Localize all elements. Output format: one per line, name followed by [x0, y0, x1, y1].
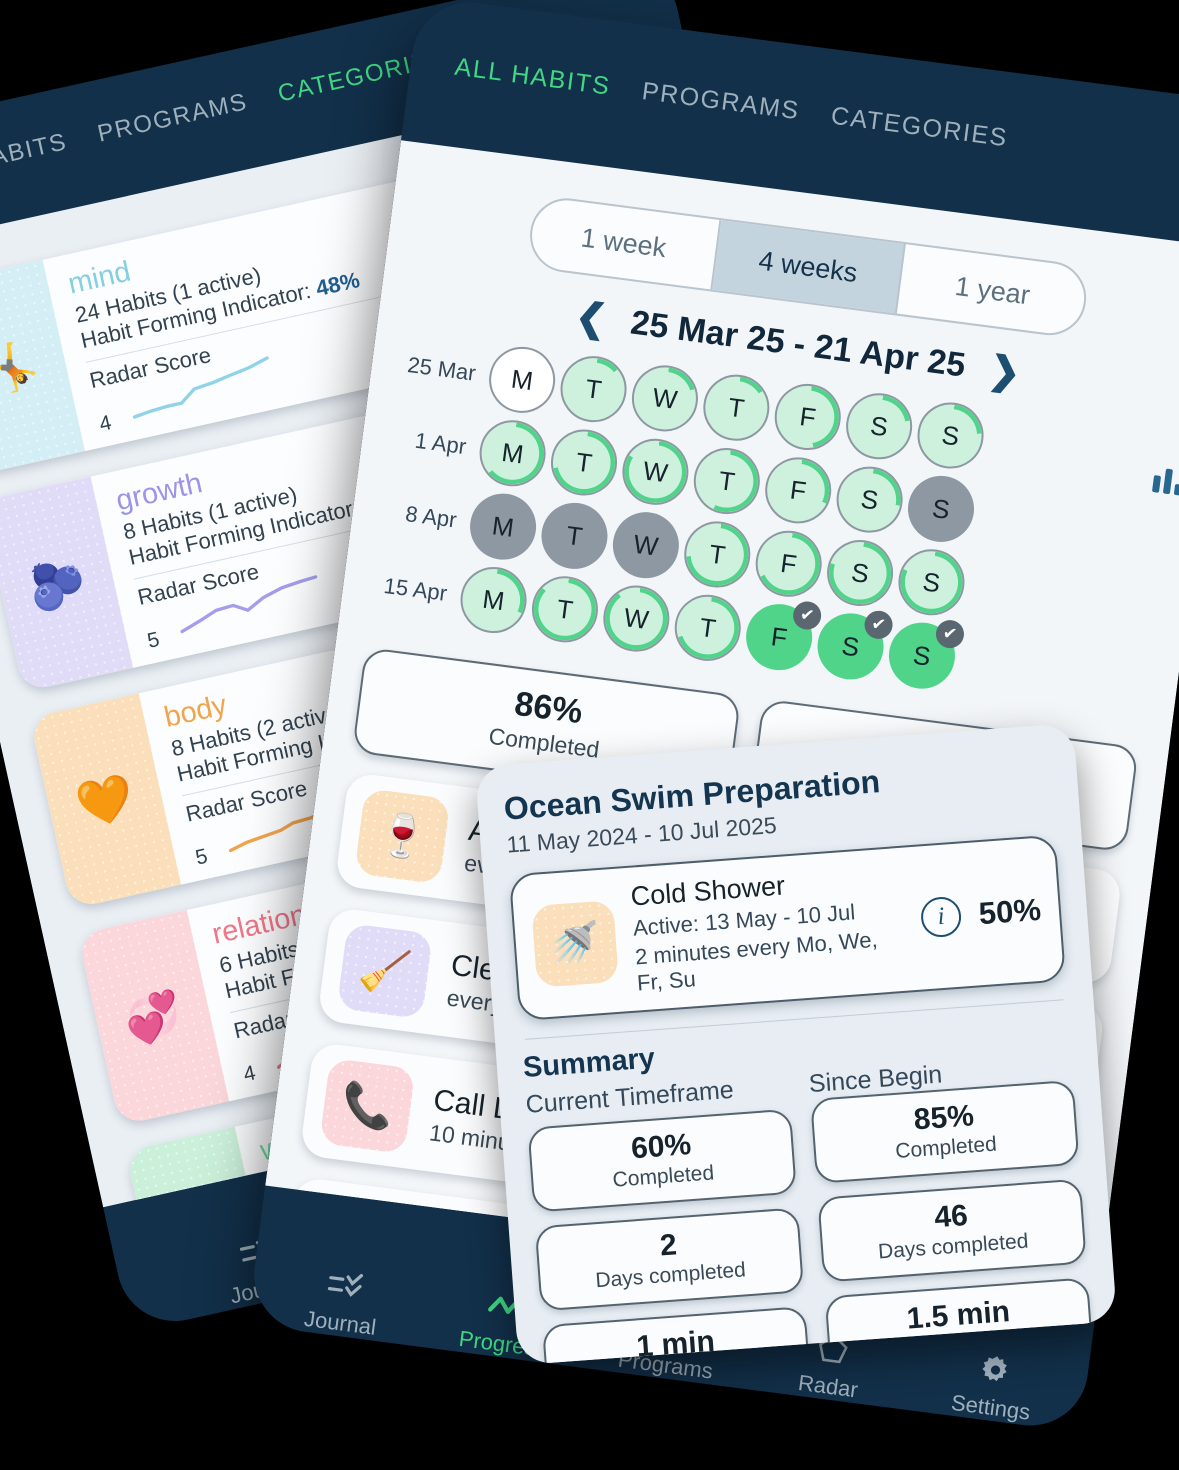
program-habit-info: Cold Shower Active: 13 May - 10 Jul 2 mi… — [630, 862, 908, 996]
phone-icon: 📞 — [319, 1057, 416, 1155]
info-icon[interactable]: i — [919, 895, 963, 938]
calendar-day-dot[interactable]: T — [689, 444, 764, 519]
calendar-day-dot[interactable]: F — [761, 453, 836, 528]
day-letter: M — [480, 583, 507, 616]
day-letter: S — [911, 639, 933, 672]
completed-check-icon: ✔ — [934, 618, 966, 650]
calendar-day-dot[interactable]: T — [556, 352, 631, 427]
summary-stat-box: 60% Completed — [527, 1108, 797, 1213]
radar-low: 5 — [193, 844, 210, 870]
calendar-day-dot[interactable]: ✔ F — [742, 599, 823, 675]
summary-stat-box: 46 Days completed — [817, 1178, 1087, 1283]
tab-programs[interactable]: PROGRAMS — [95, 88, 250, 148]
category-emoji-icon: 💞 — [119, 986, 187, 1050]
day-letter: W — [650, 381, 680, 415]
calendar-day-dot[interactable]: F — [770, 379, 845, 454]
day-letter: S — [840, 629, 862, 662]
calendar-row-label: 8 Apr — [403, 501, 459, 533]
program-habit-row[interactable]: 🚿 Cold Shower Active: 13 May - 10 Jul 2 … — [508, 834, 1067, 1022]
category-emoji-icon: 🤸 — [0, 336, 43, 400]
segment-1-year[interactable]: 1 year — [897, 244, 1088, 337]
day-letter: S — [930, 492, 952, 525]
day-letter: W — [631, 528, 661, 562]
radar-low: 5 — [145, 627, 162, 653]
calendar-day-dot[interactable]: W — [608, 508, 683, 583]
calendar-row-label: 25 Mar — [406, 352, 478, 386]
day-letter: F — [769, 620, 790, 653]
calendar-day-dot[interactable]: S — [913, 398, 988, 473]
calendar-day-dot[interactable]: M — [485, 342, 560, 417]
tab-all-habits[interactable]: ALL HABITS — [0, 128, 70, 188]
prev-period-icon[interactable]: ❮ — [573, 295, 610, 341]
calendar-day-dot[interactable]: T — [699, 370, 774, 445]
tab-categories[interactable]: CATEGORIES — [829, 102, 1009, 154]
nav-journal[interactable]: Journal — [264, 1259, 422, 1346]
shower-icon: 🚿 — [531, 899, 619, 988]
segment-1-week[interactable]: 1 week — [527, 196, 722, 290]
summary-stat-box: 2 Days completed — [534, 1207, 805, 1312]
calendar-day-dot[interactable]: M — [475, 416, 550, 491]
calendar-day-dot[interactable]: T — [527, 572, 602, 647]
calendar-day-dot[interactable]: S — [832, 462, 907, 537]
bar-chart-icon[interactable] — [1149, 463, 1179, 502]
screenshot-stage: ALL HABITS PROGRAMS CATEGORIES 🤸mind24 H… — [0, 0, 1179, 1470]
calendar-day-dot[interactable]: F — [751, 526, 826, 601]
calendar-day-dot[interactable]: W — [599, 581, 674, 656]
calendar-day-dot[interactable]: S — [823, 536, 898, 610]
day-letter: M — [509, 363, 535, 396]
day-letter: W — [622, 601, 651, 635]
category-emoji-icon: 🧡 — [71, 769, 139, 833]
day-letter: T — [564, 519, 585, 552]
calendar-day-dot[interactable]: T — [680, 517, 755, 592]
summary-column-since-begin: Since Begin 85% Completed 46 Days completed… — [808, 1051, 1096, 1366]
calendar-day-dot[interactable]: T — [547, 425, 621, 500]
program-habit-percent: 50% — [977, 891, 1043, 931]
calendar-row-label: 15 Apr — [382, 572, 449, 606]
completed-check-icon: ✔ — [862, 609, 895, 641]
calendar-day-dot[interactable]: W — [627, 361, 702, 436]
nav-settings[interactable]: Settings — [915, 1344, 1073, 1431]
segment-4-weeks[interactable]: 4 weeks — [712, 220, 906, 314]
tab-programs[interactable]: PROGRAMS — [640, 77, 801, 126]
category-emoji-icon: 🫐 — [23, 552, 91, 616]
category-emoji-icon: 💚 — [168, 1203, 235, 1207]
calendar-day-dot[interactable]: ✔ S — [884, 618, 966, 693]
day-letter: M — [490, 509, 516, 543]
radar-low: 4 — [97, 411, 114, 437]
tab-all-habits[interactable]: ALL HABITS — [453, 53, 612, 102]
broom-icon: 🧹 — [336, 922, 434, 1020]
day-letter: M — [499, 436, 526, 470]
day-letter: W — [641, 454, 670, 488]
summary-column-current: Current Timeframe 60% Completed 2 Days comp… — [525, 1072, 813, 1366]
calendar-day-dot[interactable]: S — [894, 545, 969, 620]
radar-low: 4 — [241, 1061, 258, 1087]
calendar-day-dot[interactable]: S — [904, 471, 978, 546]
calendar-day-dot[interactable]: T — [537, 498, 612, 573]
program-detail-card: Ocean Swim Preparation 11 May 2024 - 10 … — [474, 722, 1118, 1366]
calendar-day-dot[interactable]: T — [670, 590, 745, 665]
next-period-icon[interactable]: ❯ — [986, 349, 1023, 395]
calendar-day-dot[interactable]: M — [456, 563, 531, 637]
summary-columns: Current Timeframe 60% Completed 2 Days comp… — [525, 1051, 1096, 1366]
calendar-row-label: 1 Apr — [413, 427, 468, 460]
calendar-day-dot[interactable]: S — [842, 389, 917, 464]
calendar-day-dot[interactable]: ✔ S — [813, 609, 895, 684]
completed-check-icon: ✔ — [791, 599, 823, 632]
wine-glass-icon: 🍷 — [354, 788, 451, 885]
calendar-day-dot[interactable]: W — [618, 434, 693, 509]
calendar-day-dot[interactable]: M — [466, 489, 541, 564]
